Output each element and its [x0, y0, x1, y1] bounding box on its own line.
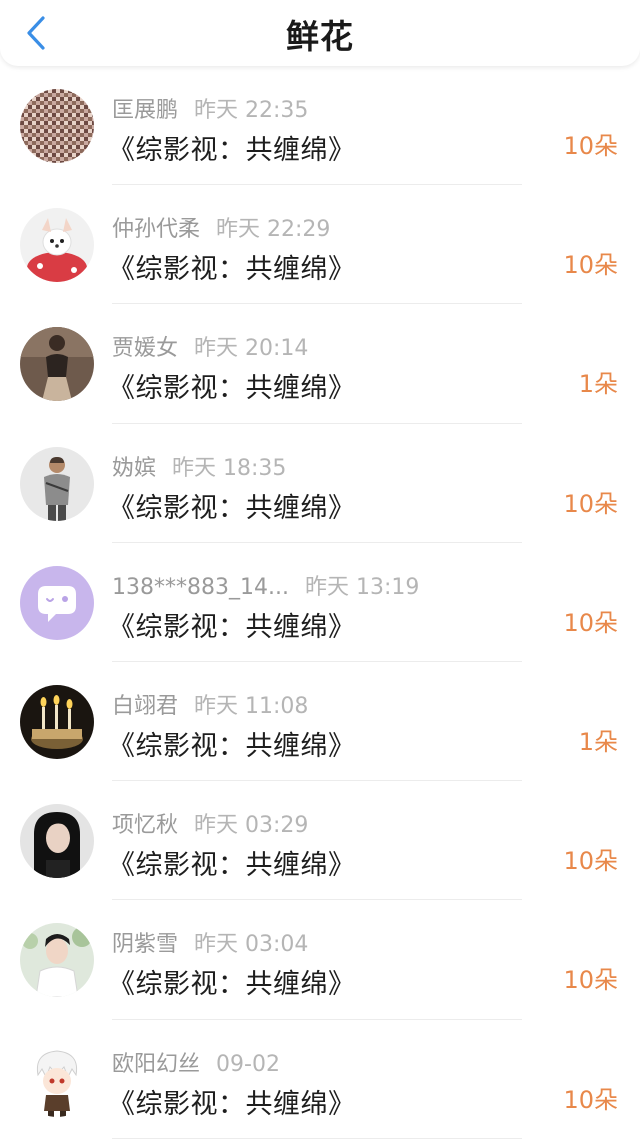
- flower-count: 10朵: [563, 251, 618, 280]
- list-item[interactable]: 仲孙代柔 昨天 22:29 《综影视：共缠绵》 10朵: [0, 185, 640, 305]
- flower-count: 10朵: [563, 608, 618, 637]
- list-item[interactable]: 白翊君 昨天 11:08 《综影视：共缠绵》 1朵: [0, 662, 640, 782]
- timestamp: 昨天 03:04: [194, 932, 309, 958]
- timestamp: 昨天 20:14: [194, 336, 309, 362]
- timestamp: 昨天 13:19: [304, 574, 420, 600]
- work-title: 《综影视：共缠绵》: [108, 969, 356, 1001]
- avatar: [20, 684, 94, 759]
- work-title: 《综影视：共缠绵》: [108, 373, 356, 405]
- flower-count: 10朵: [563, 966, 618, 995]
- chat-bubble-icon: [20, 565, 94, 640]
- flower-count: 10朵: [563, 489, 618, 518]
- work-title: 《综影视：共缠绵》: [108, 611, 356, 643]
- list-item[interactable]: 妫嫔 昨天 18:35 《综影视：共缠绵》 10朵: [0, 424, 640, 543]
- avatar: [20, 565, 94, 640]
- flower-count: 1朵: [578, 727, 618, 756]
- back-button[interactable]: [18, 14, 54, 52]
- timestamp: 昨天 18:35: [172, 455, 287, 481]
- avatar: [20, 804, 94, 879]
- page-title: 鲜花: [286, 17, 354, 56]
- timestamp: 昨天 22:29: [216, 217, 331, 243]
- work-title: 《综影视：共缠绵》: [108, 492, 356, 524]
- work-title: 《综影视：共缠绵》: [108, 730, 356, 762]
- flower-count: 10朵: [563, 1085, 618, 1114]
- avatar: [20, 89, 94, 163]
- timestamp: 昨天 22:35: [194, 98, 309, 123]
- flower-count: 10朵: [563, 132, 618, 160]
- work-title: 《综影视：共缠绵》: [108, 850, 356, 882]
- list-item[interactable]: 阴紫雪 昨天 03:04 《综影视：共缠绵》 10朵: [0, 900, 640, 1020]
- sender-name: 阴紫雪: [112, 932, 179, 958]
- flower-count: 10朵: [563, 847, 618, 876]
- sender-name: 白翊君: [112, 693, 179, 719]
- flower-gift-list: 匡展鹏 昨天 22:35 《综影视：共缠绵》 10朵 仲孙代柔 昨天 22:29 《…: [0, 66, 640, 1139]
- avatar: [20, 1042, 94, 1117]
- sender-name: 匡展鹏: [112, 98, 179, 123]
- sender-name: 妫嫔: [112, 455, 157, 481]
- avatar: [20, 923, 94, 998]
- sender-name: 138***883_14...: [112, 574, 289, 600]
- avatar: [20, 327, 94, 402]
- sender-name: 欧阳幻丝: [112, 1051, 201, 1077]
- chevron-left-icon: [27, 16, 45, 50]
- sender-name: 项忆秋: [112, 813, 179, 839]
- list-item[interactable]: 项忆秋 昨天 03:29 《综影视：共缠绵》 10朵: [0, 781, 640, 901]
- work-title: 《综影视：共缠绵》: [108, 254, 356, 286]
- timestamp: 昨天 03:29: [194, 813, 309, 839]
- avatar: [20, 208, 94, 283]
- sender-name: 仲孙代柔: [112, 217, 201, 243]
- work-title: 《综影视：共缠绵》: [108, 1088, 356, 1120]
- list-item[interactable]: 欧阳幻丝 09-02 《综影视：共缠绵》 10朵: [0, 1020, 640, 1139]
- list-item[interactable]: 138***883_14... 昨天 13:19 《综影视：共缠绵》 10朵: [0, 543, 640, 662]
- list-item[interactable]: 贾媛女 昨天 20:14 《综影视：共缠绵》 1朵: [0, 304, 640, 424]
- avatar: [20, 446, 94, 521]
- timestamp: 09-02: [216, 1051, 280, 1077]
- work-title: 《综影视：共缠绵》: [108, 135, 356, 166]
- sender-name: 贾媛女: [112, 336, 179, 362]
- divider: [112, 1137, 522, 1139]
- list-item[interactable]: 匡展鹏 昨天 22:35 《综影视：共缠绵》 10朵: [0, 66, 640, 186]
- timestamp: 昨天 11:08: [194, 693, 309, 719]
- flower-count: 1朵: [578, 370, 618, 399]
- top-bar: 鲜花: [0, 0, 640, 66]
